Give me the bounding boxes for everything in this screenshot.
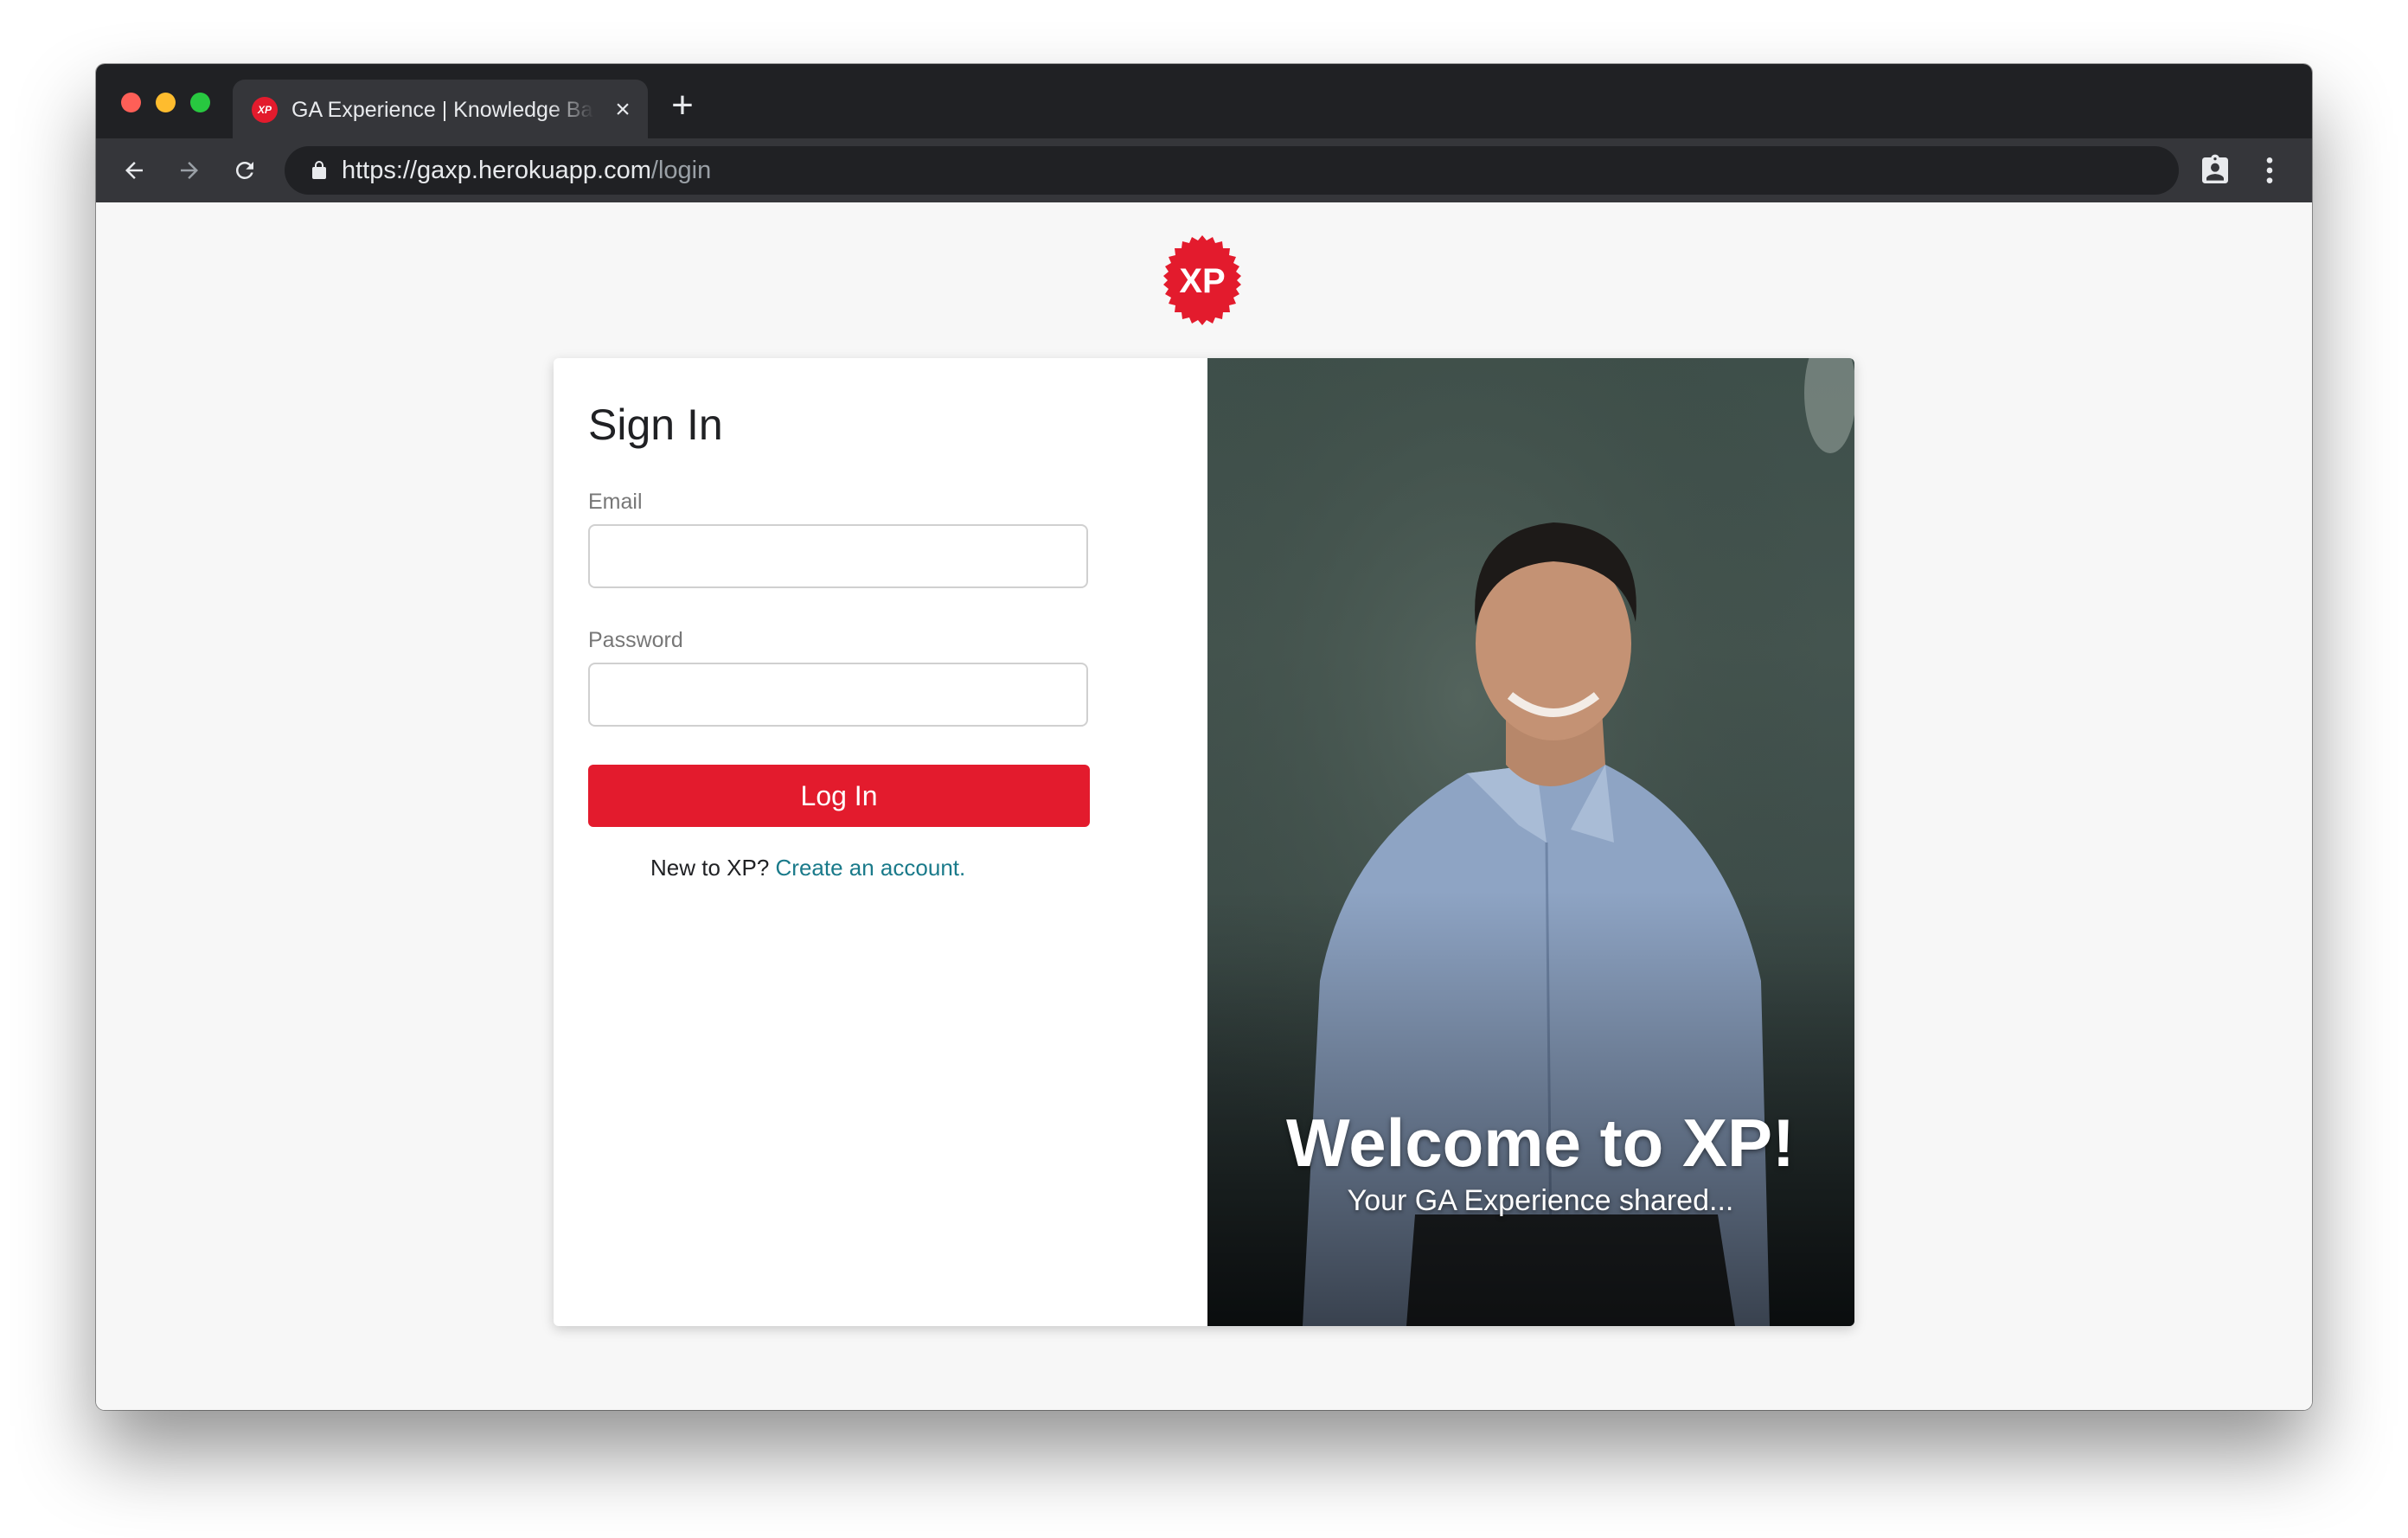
login-card: Sign In Email Password Log In New to XP?… xyxy=(554,358,1854,1326)
create-account-link[interactable]: Create an account. xyxy=(776,855,966,881)
address-bar[interactable]: https://gaxp.herokuapp.com/login xyxy=(285,146,2179,195)
url-main: https://gaxp.herokuapp.com xyxy=(342,157,651,184)
url-path: /login xyxy=(650,157,712,184)
hero-heading: Welcome to XP! xyxy=(1285,1105,1795,1181)
browser-toolbar: https://gaxp.herokuapp.com/login xyxy=(96,138,2312,202)
extension-badge-icon[interactable] xyxy=(2198,153,2232,188)
tab-bar: XP GA Experience | Knowledge Base × + xyxy=(96,64,2312,138)
hero-subheading: Your GA Experience shared... xyxy=(1347,1184,1734,1217)
email-label: Email xyxy=(588,490,643,514)
maximize-window-button[interactable] xyxy=(190,93,210,112)
page-title: Sign In xyxy=(588,401,723,449)
new-tab-icon[interactable]: + xyxy=(667,87,698,125)
browser-tab[interactable]: XP GA Experience | Knowledge Base × xyxy=(233,80,648,138)
email-field[interactable] xyxy=(588,524,1088,588)
signup-prompt: New to XP? Create an account. xyxy=(650,855,965,881)
logo-text: XP xyxy=(1179,262,1225,300)
signup-prompt-text: New to XP? xyxy=(650,855,770,881)
back-arrow-icon[interactable] xyxy=(117,153,151,188)
minimize-window-button[interactable] xyxy=(156,93,176,112)
tab-favicon-icon: XP xyxy=(252,97,278,123)
browser-window: XP GA Experience | Knowledge Base × + ht… xyxy=(96,64,2312,1410)
page-content: XP Sign In Email Password Log In New to … xyxy=(96,202,2312,1410)
url-text: https://gaxp.herokuapp.com/login xyxy=(342,157,711,184)
login-button[interactable]: Log In xyxy=(588,765,1090,827)
close-window-button[interactable] xyxy=(121,93,141,112)
hero-photo: Welcome to XP! Your GA Experience shared… xyxy=(1207,358,1854,1326)
password-label: Password xyxy=(588,628,683,652)
tab-close-icon[interactable]: × xyxy=(610,97,636,123)
forward-arrow-icon[interactable] xyxy=(172,153,207,188)
lock-icon xyxy=(312,161,326,179)
login-form: Sign In Email Password Log In New to XP?… xyxy=(554,358,1207,1326)
tab-title: GA Experience | Knowledge Base xyxy=(291,98,594,122)
kebab-menu-icon[interactable] xyxy=(2257,153,2283,188)
reload-icon[interactable] xyxy=(227,153,262,188)
xp-logo-icon: XP xyxy=(1163,235,1241,325)
password-field[interactable] xyxy=(588,663,1088,727)
